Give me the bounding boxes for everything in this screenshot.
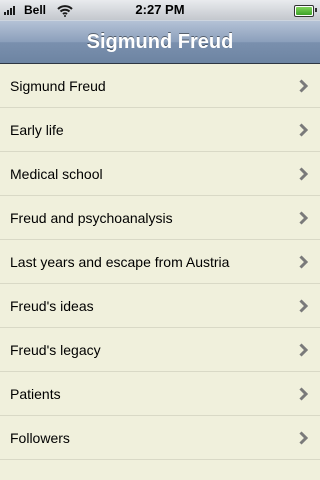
list-item[interactable]: Sigmund Freud — [0, 64, 320, 108]
chevron-right-icon — [297, 78, 309, 93]
list-item-label: Sigmund Freud — [10, 77, 106, 94]
list-item[interactable]: Last years and escape from Austria — [0, 240, 320, 284]
status-bar: Bell 2:27 PM — [0, 0, 320, 20]
list-item-label: Freud's ideas — [10, 297, 94, 314]
status-time: 2:27 PM — [135, 2, 185, 17]
list-item-label: Patients — [10, 385, 61, 402]
chevron-right-icon — [297, 430, 309, 445]
list-item-label: Early life — [10, 121, 64, 138]
list-item[interactable]: Patients — [0, 372, 320, 416]
list-item[interactable]: Early life — [0, 108, 320, 152]
chevron-right-icon — [297, 254, 309, 269]
list-item-label: Freud and psychoanalysis — [10, 209, 173, 226]
list-item[interactable]: Followers — [0, 416, 320, 460]
page-title: Sigmund Freud — [86, 30, 234, 53]
chevron-right-icon — [297, 386, 309, 401]
list-item-label: Medical school — [10, 165, 103, 182]
navigation-bar: Sigmund Freud — [0, 20, 320, 64]
list-item[interactable]: Medical school — [0, 152, 320, 196]
list-item[interactable]: Freud's ideas — [0, 284, 320, 328]
chapter-list: Sigmund Freud Early life Medical school Fre… — [0, 64, 320, 460]
list-item[interactable]: Freud and psychoanalysis — [0, 196, 320, 240]
chevron-right-icon — [297, 210, 309, 225]
list-item[interactable]: Freud's legacy — [0, 328, 320, 372]
chevron-right-icon — [297, 342, 309, 357]
list-item-label: Freud's legacy — [10, 341, 101, 358]
list-item-label: Followers — [10, 429, 70, 446]
chevron-right-icon — [297, 122, 309, 137]
chevron-right-icon — [297, 298, 309, 313]
battery-fill — [296, 7, 312, 15]
chevron-right-icon — [297, 166, 309, 181]
battery-icon — [294, 5, 317, 17]
list-item-label: Last years and escape from Austria — [10, 253, 230, 270]
